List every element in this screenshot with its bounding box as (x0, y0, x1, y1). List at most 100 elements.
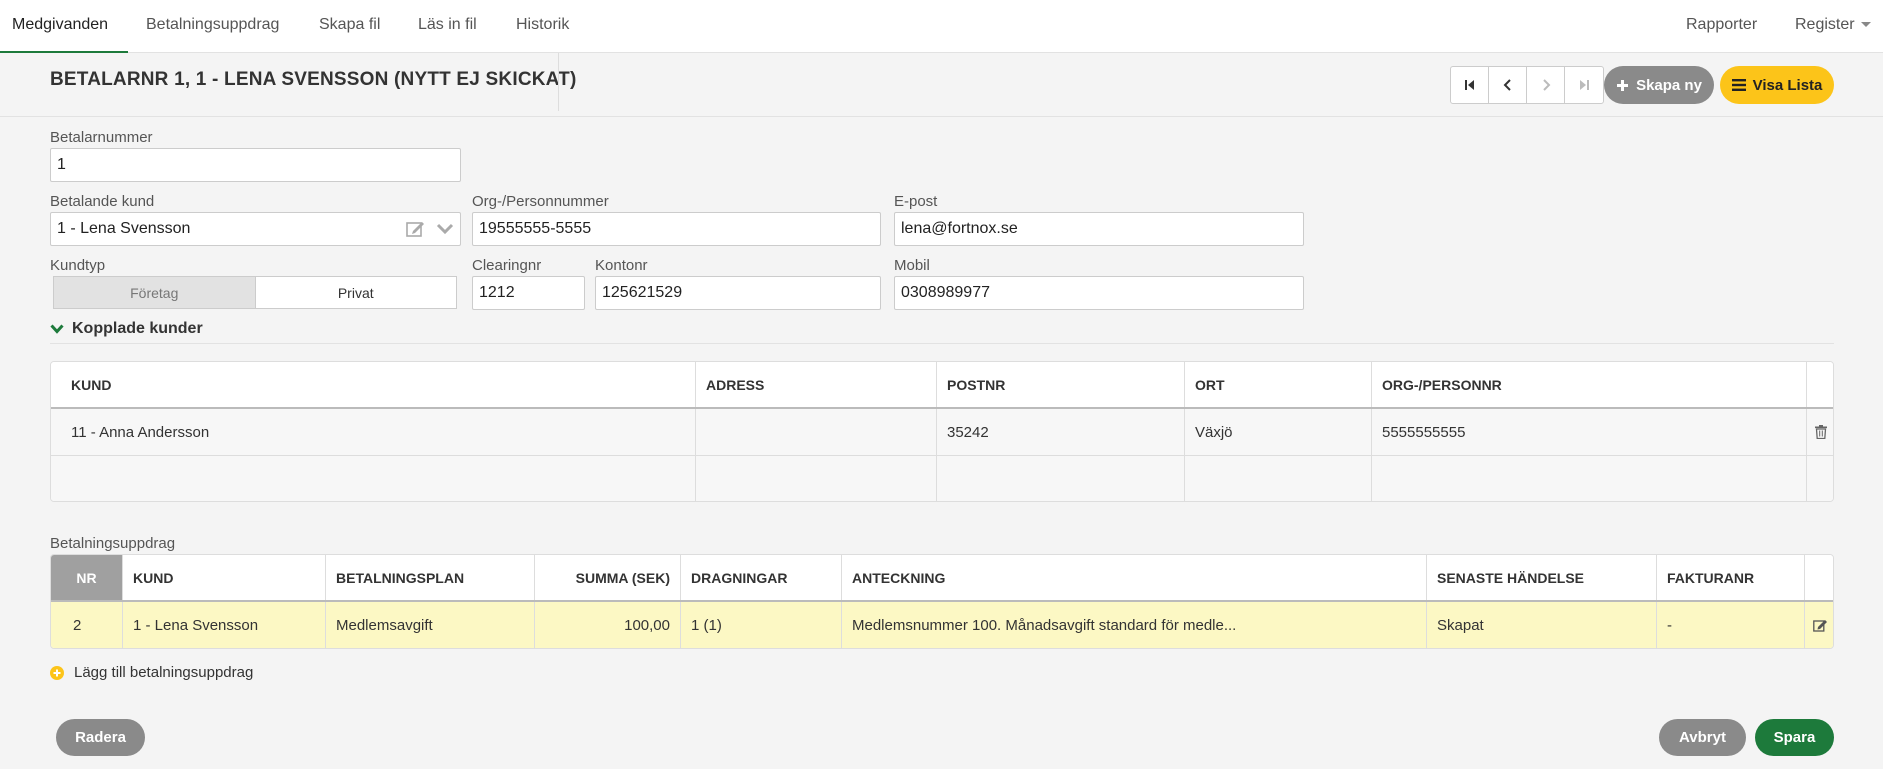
page-title: BETALARNR 1, 1 - LENA SVENSSON (NYTT EJ … (50, 69, 577, 90)
betalande-kund-value: 1 - Lena Svensson (57, 220, 191, 237)
column-header-betalningsplan[interactable]: BETALNINGSPLAN (326, 555, 535, 600)
trash-icon (1815, 425, 1827, 439)
kopplade-kunder-table: KUND ADRESS POSTNR ORT ORG-/PERSONNR 11 … (50, 361, 1834, 502)
delete-button[interactable]: Radera (56, 719, 145, 756)
cell-summa: 100,00 (535, 602, 681, 648)
kundtyp-privat-option[interactable]: Privat (254, 277, 456, 308)
kundtyp-label: Kundtyp (50, 257, 106, 274)
tab-las-in-fil[interactable]: Läs in fil (418, 0, 477, 53)
edit-icon (1812, 620, 1827, 632)
nav-rapporter[interactable]: Rapporter (1686, 0, 1757, 53)
table-header-row: KUND ADRESS POSTNR ORT ORG-/PERSONNR (51, 362, 1833, 409)
chevron-right-icon (1542, 79, 1550, 91)
column-header-ort[interactable]: ORT (1185, 362, 1372, 407)
column-header-nr[interactable]: NR (51, 555, 123, 600)
epost-input[interactable] (894, 212, 1304, 246)
cell-senaste-handelse: Skapat (1427, 602, 1657, 648)
betalande-kund-select[interactable]: 1 - Lena Svensson (50, 212, 461, 246)
column-header-dragningar[interactable]: DRAGNINGAR (681, 555, 842, 600)
cell-nr: 2 (51, 602, 123, 648)
kontonr-input[interactable] (595, 276, 881, 310)
empty-cell (937, 456, 1185, 501)
cell-fakturanr: - (1657, 602, 1805, 648)
chevron-down-icon (50, 324, 64, 334)
empty-cell (51, 456, 696, 501)
empty-cell (1807, 456, 1833, 501)
table-row[interactable]: 2 1 - Lena Svensson Medlemsavgift 100,00… (51, 602, 1833, 648)
table-row-empty (51, 456, 1833, 501)
cell-dragningar: 1 (1) (681, 602, 842, 648)
plus-icon (1617, 79, 1629, 91)
orgnr-label: Org-/Personnummer (472, 193, 609, 210)
cell-orgnr: 5555555555 (1372, 409, 1807, 455)
next-record-button[interactable] (1527, 67, 1565, 103)
tab-historik[interactable]: Historik (516, 0, 569, 53)
column-header-actions (1807, 362, 1833, 407)
column-header-anteckning[interactable]: ANTECKNING (842, 555, 1427, 600)
edit-row-button[interactable] (1805, 602, 1833, 648)
mobil-input[interactable] (894, 276, 1304, 310)
cancel-button[interactable]: Avbryt (1659, 719, 1746, 756)
column-header-adress[interactable]: ADRESS (696, 362, 937, 407)
show-list-button[interactable]: Visa Lista (1720, 66, 1834, 104)
betalande-kund-label: Betalande kund (50, 193, 155, 210)
tab-betalningsuppdrag[interactable]: Betalningsuppdrag (146, 0, 279, 53)
previous-record-button[interactable] (1489, 67, 1527, 103)
delete-row-button[interactable] (1807, 409, 1833, 455)
divider (558, 53, 559, 111)
cell-betalningsplan: Medlemsavgift (326, 602, 535, 648)
betalningsuppdrag-table: NR KUND BETALNINGSPLAN SUMMA (SEK) DRAGN… (50, 554, 1834, 649)
first-record-button[interactable] (1451, 67, 1489, 103)
show-list-label: Visa Lista (1752, 76, 1823, 94)
nav-register-dropdown[interactable]: Register (1795, 0, 1871, 53)
column-header-kund[interactable]: KUND (123, 555, 326, 600)
orgnr-input[interactable] (472, 212, 881, 246)
column-header-senaste-handelse[interactable]: SENASTE HÄNDELSE (1427, 555, 1657, 600)
tab-skapa-fil[interactable]: Skapa fil (319, 0, 380, 53)
kundtyp-foretag-option[interactable]: Företag (54, 277, 255, 308)
column-header-fakturanr[interactable]: FAKTURANR (1657, 555, 1805, 600)
add-betalningsuppdrag-label: Lägg till betalningsuppdrag (74, 664, 254, 681)
betalarnummer-label: Betalarnummer (50, 129, 153, 146)
column-header-postnr[interactable]: POSTNR (937, 362, 1185, 407)
record-pager (1450, 66, 1604, 104)
cell-postnr: 35242 (937, 409, 1185, 455)
column-header-kund[interactable]: KUND (51, 362, 696, 407)
list-icon (1731, 79, 1746, 91)
epost-label: E-post (894, 193, 938, 210)
clearingnr-input[interactable] (472, 276, 585, 310)
create-new-button[interactable]: Skapa ny (1604, 66, 1714, 104)
cell-kund: 1 - Lena Svensson (123, 602, 326, 648)
nav-register-label: Register (1795, 16, 1855, 33)
kopplade-kunder-toggle[interactable]: Kopplade kunder (50, 320, 203, 338)
save-button[interactable]: Spara (1755, 719, 1834, 756)
column-header-summa[interactable]: SUMMA (SEK) (535, 555, 681, 600)
kundtyp-toggle: Företag Privat (53, 276, 457, 309)
table-row[interactable]: 11 - Anna Andersson 35242 Växjö 55555555… (51, 409, 1833, 456)
mobil-label: Mobil (894, 257, 930, 274)
kontonr-label: Kontonr (595, 257, 648, 274)
top-navigation: Medgivanden Betalningsuppdrag Skapa fil … (0, 0, 1883, 53)
cell-anteckning: Medlemsnummer 100. Månadsavgift standard… (842, 602, 1427, 648)
table-header-row: NR KUND BETALNINGSPLAN SUMMA (SEK) DRAGN… (51, 555, 1833, 602)
save-label: Spara (1773, 729, 1816, 746)
edit-icon[interactable] (406, 220, 426, 238)
column-header-actions (1805, 555, 1833, 600)
skip-first-icon (1464, 80, 1474, 90)
add-betalningsuppdrag-link[interactable]: Lägg till betalningsuppdrag (50, 664, 253, 681)
chevron-down-icon[interactable] (436, 223, 454, 235)
skip-last-icon (1580, 80, 1589, 90)
cell-kund: 11 - Anna Andersson (51, 409, 696, 455)
delete-label: Radera (75, 729, 126, 746)
cancel-label: Avbryt (1679, 729, 1726, 746)
cell-adress (696, 409, 937, 455)
tab-medgivanden[interactable]: Medgivanden (0, 0, 128, 53)
last-record-button[interactable] (1565, 67, 1603, 103)
betalningsuppdrag-title: Betalningsuppdrag (50, 535, 176, 552)
chevron-left-icon (1503, 79, 1511, 91)
betalarnummer-input[interactable] (50, 148, 461, 182)
create-new-label: Skapa ny (1636, 76, 1702, 94)
cell-ort: Växjö (1185, 409, 1372, 455)
clearingnr-label: Clearingnr (472, 257, 542, 274)
column-header-orgnr[interactable]: ORG-/PERSONNR (1372, 362, 1807, 407)
